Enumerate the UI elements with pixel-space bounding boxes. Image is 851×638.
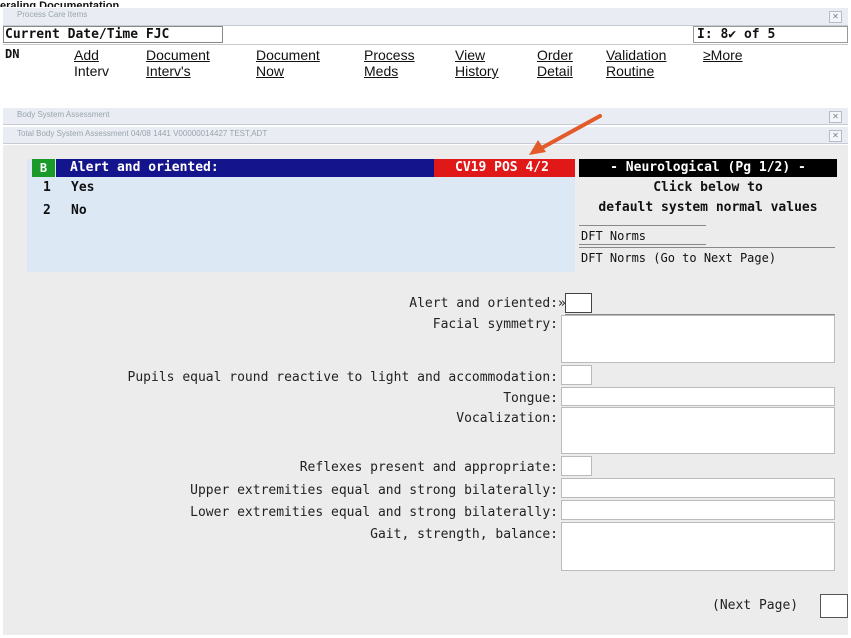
option-number: 1 — [43, 180, 51, 195]
menu-label-line1: View — [455, 47, 486, 63]
option-no[interactable]: No — [71, 203, 87, 218]
menu-document-intervs[interactable]: Document Interv's — [146, 47, 210, 79]
upper-extremities-input[interactable] — [561, 478, 835, 498]
covid-alert-badge: CV19 POS 4/2 — [434, 159, 575, 177]
prompt-question: Alert and oriented: — [56, 159, 434, 177]
annotation-arrow-icon — [529, 114, 602, 155]
menu-label-line2: Detail — [537, 63, 573, 79]
close-icon[interactable]: ✕ — [829, 11, 842, 23]
menu-label-line1: ≥More — [703, 47, 743, 63]
prompt-badge: B — [32, 159, 55, 177]
menu-process-meds[interactable]: Process Meds — [364, 47, 415, 79]
lower-extremities-input[interactable] — [561, 500, 835, 520]
neurological-page-header: - Neurological (Pg 1/2) - — [579, 159, 837, 177]
menu-validation-routine[interactable]: Validation Routine — [606, 47, 666, 79]
side-panel-instruction-1: Click below to — [653, 180, 763, 195]
facial-symmetry-input[interactable] — [561, 315, 835, 363]
form-label-upper-extremities: Upper extremities equal and strong bilat… — [190, 483, 558, 498]
dft-norms-button[interactable]: DFT Norms — [579, 225, 706, 245]
next-page-input[interactable] — [820, 594, 848, 618]
option-yes[interactable]: Yes — [71, 180, 94, 195]
menu-label-line2: History — [455, 63, 499, 79]
subwindow-total-body-title: Total Body System Assessment 04/08 1441 … — [17, 129, 268, 138]
menu-label-line2: Interv's — [146, 63, 191, 79]
pupils-input[interactable] — [561, 365, 592, 385]
dft-norms-next-page-button[interactable]: DFT Norms (Go to Next Page) — [579, 247, 835, 268]
subwindow-total-body-titlebar: Total Body System Assessment 04/08 1441 … — [3, 127, 848, 144]
form-label-alert-oriented: Alert and oriented: — [409, 296, 558, 311]
menu-bar: Add Interv Document Interv's Document No… — [0, 45, 851, 101]
menu-more[interactable]: ≥More — [703, 47, 743, 63]
menu-label-line2: Routine — [606, 63, 655, 79]
option-number: 2 — [43, 203, 51, 218]
menu-label-line1: Document — [146, 47, 210, 63]
gait-input[interactable] — [561, 522, 835, 571]
next-page-label: (Next Page) — [712, 598, 799, 613]
reflexes-input[interactable] — [561, 456, 592, 476]
outer-window-titlebar: Process Care Items ✕ — [3, 8, 848, 26]
menu-label-line1: Validation — [606, 47, 667, 63]
item-counter: I: 8✔ of 5 — [693, 26, 848, 43]
form-label-lower-extremities: Lower extremities equal and strong bilat… — [190, 505, 558, 520]
form-label-pupils: Pupils equal round reactive to light and… — [127, 370, 558, 385]
menu-label-line1: Document — [256, 47, 320, 63]
menu-label-line1: Order — [537, 47, 573, 63]
current-datetime-field[interactable]: Current Date/Time FJC — [3, 26, 223, 43]
menu-label-line1: Add — [74, 47, 99, 63]
tongue-input[interactable] — [561, 387, 835, 406]
menu-label-line1: Process — [364, 47, 415, 63]
header-row: Current Date/Time FJC I: 8✔ of 5 — [3, 26, 848, 45]
form-label-gait: Gait, strength, balance: — [370, 527, 558, 542]
form-label-vocalization: Vocalization: — [456, 411, 558, 426]
outer-window-title: Process Care Items — [17, 10, 88, 19]
menu-label-line2: Interv — [74, 63, 110, 79]
form-label-facial-symmetry: Facial symmetry: — [432, 317, 558, 332]
menu-add-interv[interactable]: Add Interv — [74, 47, 109, 79]
menu-label-line2: Meds — [364, 63, 399, 79]
caption: eraling Documentation — [0, 0, 120, 7]
menu-label-line2: Now — [256, 63, 285, 79]
side-panel-instruction-2: default system normal values — [598, 200, 818, 215]
subwindow-body-system-titlebar: Body System Assessment ✕ — [3, 108, 848, 125]
form-label-reflexes: Reflexes present and appropriate: — [299, 460, 558, 475]
close-icon[interactable]: ✕ — [829, 130, 842, 142]
menu-document-now[interactable]: Document Now — [256, 47, 320, 79]
subwindow-body-system-title: Body System Assessment — [17, 110, 110, 119]
vocalization-input[interactable] — [561, 407, 835, 454]
alert-oriented-input[interactable] — [565, 293, 592, 313]
close-icon[interactable]: ✕ — [829, 111, 842, 123]
form-label-tongue: Tongue: — [503, 391, 558, 406]
menu-view-history[interactable]: View History — [455, 47, 499, 79]
menu-order-detail[interactable]: Order Detail — [537, 47, 573, 79]
